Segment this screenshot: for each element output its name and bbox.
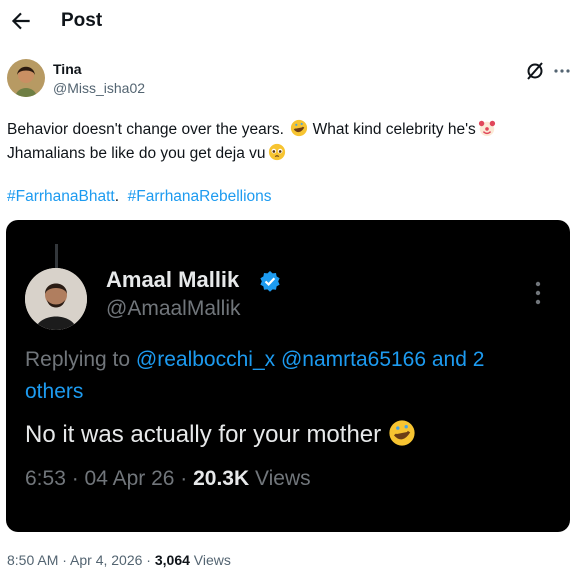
embedded-meta: 6:53 · 04 Apr 26 · 20.3K Views [25, 467, 311, 491]
grok-icon[interactable] [523, 59, 547, 83]
page-title: Post [61, 10, 103, 31]
rolling-laughing-emoji-icon [291, 119, 308, 137]
tweet-text: Behavior doesn't change over the years. … [7, 118, 572, 166]
hashtags: #FarrhanaBhatt. #FarrhanaRebellions [7, 186, 272, 208]
clown-face-emoji-icon [478, 120, 495, 137]
embedded-views-count: 20.3K [193, 467, 250, 490]
avatar[interactable] [7, 59, 45, 97]
post-views-label: Views [189, 552, 231, 568]
verified-badge-icon [260, 271, 280, 292]
embedded-body: No it was actually for your mother [25, 419, 416, 449]
replying-prefix: Replying to [25, 348, 136, 371]
tweet-line-2: Jhamalians be like do you get deja vu [7, 145, 266, 162]
tweet-line-1b: What kind celebrity he's [308, 121, 476, 138]
post-views-count: 3,064 [154, 552, 190, 568]
post-meta: 8:50 AM · Apr 4, 2026 · 3,064 Views [7, 552, 231, 568]
thread-line [55, 244, 58, 268]
post-timestamp[interactable]: 8:50 AM · Apr 4, 2026 · [7, 552, 155, 568]
embedded-avatar [25, 268, 87, 330]
embedded-handle: @AmaalMallik [106, 297, 241, 320]
rolling-laughing-emoji-icon [389, 420, 415, 446]
back-arrow-icon[interactable] [8, 8, 34, 34]
author-handle[interactable]: @Miss_isha02 [53, 80, 145, 96]
embedded-name: Amaal Mallik [106, 267, 240, 292]
embedded-more-icon [535, 281, 541, 305]
replying-others: others [25, 380, 84, 403]
embedded-body-text: No it was actually for your mother [25, 421, 388, 448]
author-name[interactable]: Tina [53, 61, 82, 77]
embedded-screenshot[interactable]: Amaal Mallik @AmaalMallik Replying to @r… [6, 220, 570, 532]
replying-and: and 2 [426, 348, 485, 371]
embedded-views-label: Views [249, 467, 311, 490]
hashtag-farrhanarebellions[interactable]: #FarrhanaRebellions [128, 188, 272, 205]
header: Post [0, 0, 578, 42]
hashtag-farrhanabhatt[interactable]: #FarrhanaBhatt [7, 188, 115, 205]
embedded-replying-to: Replying to @realbocchi_x @namrta65166 a… [25, 344, 555, 408]
more-options-icon[interactable] [553, 62, 571, 80]
hashtag-separator: . [114, 188, 120, 205]
replying-handles: @realbocchi_x @namrta65166 [135, 348, 427, 371]
embedded-time: 6:53 · 04 Apr 26 · [25, 467, 194, 490]
pleading-face-emoji-icon [268, 143, 285, 161]
tweet-line-1: Behavior doesn't change over the years. [7, 121, 289, 138]
